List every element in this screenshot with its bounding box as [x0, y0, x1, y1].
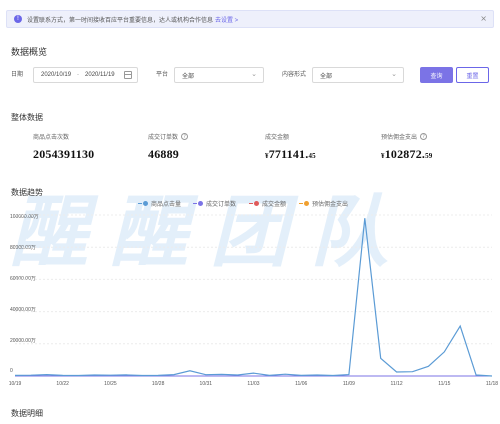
x-tick-label: 10/25: [104, 381, 117, 387]
x-tick-label: 10/28: [151, 381, 165, 387]
detail-title: 数据明细: [11, 409, 43, 418]
x-tick-label: 11/12: [390, 381, 403, 387]
x-tick-label: 10/31: [199, 381, 213, 387]
x-tick-label: 10/19: [8, 381, 22, 387]
trend-chart: [14, 214, 493, 377]
x-tick-label: 11/06: [295, 381, 308, 387]
series-line-0: [14, 218, 493, 377]
x-tick-label: 11/03: [247, 381, 260, 387]
x-tick-label: 11/18: [485, 381, 499, 387]
x-tick-label: 11/15: [438, 381, 451, 387]
x-tick-label: 11/09: [342, 381, 355, 387]
x-tick-label: 10/22: [56, 381, 69, 387]
